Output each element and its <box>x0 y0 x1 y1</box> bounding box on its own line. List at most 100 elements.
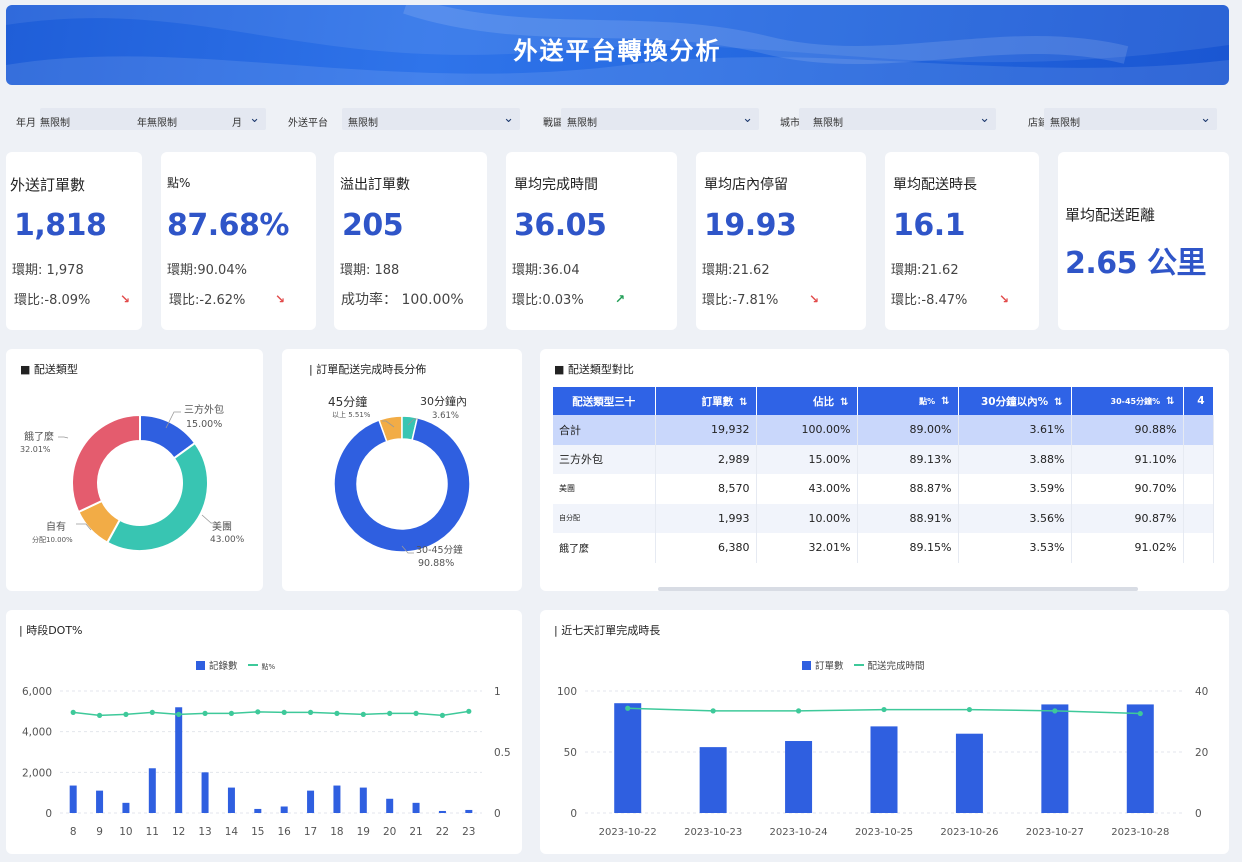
table-header-share[interactable]: 佔比 ⇅ <box>756 387 858 415</box>
line-point[interactable] <box>70 709 76 715</box>
line-point[interactable] <box>1052 708 1058 714</box>
y2-tick-label: 20 <box>1195 747 1208 759</box>
hour-dot-card: | 時段DOT% 記錄數 點% 6,000 4,000 2,000 0 1 0.5 0 8 9 10… <box>6 610 522 854</box>
bar[interactable] <box>96 790 104 813</box>
table-header-overflow[interactable]: 4 <box>1183 387 1214 415</box>
filter-month[interactable]: 無限制 年無限制 月 ⌄ <box>40 108 266 130</box>
bar[interactable] <box>148 768 156 813</box>
trend-down-icon: ↘ <box>999 292 1010 306</box>
filter-label-month: 年月 <box>16 118 36 129</box>
bar[interactable] <box>307 790 315 813</box>
kpi-value: 19.93 <box>704 208 797 243</box>
seven-day-card: | 近七天訂單完成時長 訂單數 配送完成時間 100 50 0 40 20 0 2023-10… <box>540 610 1229 854</box>
line-point[interactable] <box>360 711 366 717</box>
kpi-title: 點% <box>167 176 191 190</box>
sort-icon[interactable]: ⇅ <box>840 397 848 408</box>
bar[interactable] <box>1126 704 1154 813</box>
bar[interactable] <box>333 785 341 813</box>
bar[interactable] <box>1041 704 1069 813</box>
x-tick-label: 2023-10-22 <box>599 827 657 838</box>
bar[interactable] <box>785 741 813 813</box>
bar[interactable] <box>280 806 288 813</box>
kpi-ratio: 環比:-8.09% <box>14 293 91 308</box>
bar[interactable] <box>122 802 130 813</box>
filter-store[interactable]: 無限制 ⌄ <box>1044 108 1217 130</box>
line-point[interactable] <box>202 710 208 716</box>
line-point[interactable] <box>387 710 393 716</box>
donut-slice-1[interactable] <box>105 441 209 552</box>
line-point[interactable] <box>881 706 887 713</box>
line-point[interactable] <box>149 709 155 715</box>
kpi-ratio: 環比:-2.62% <box>169 293 246 308</box>
bar[interactable] <box>227 787 235 813</box>
table-header[interactable]: 配送類型三十 <box>553 387 656 415</box>
line-point[interactable] <box>228 710 235 716</box>
x-tick-label: 2023-10-23 <box>684 827 742 838</box>
donut-label-name: 自有 <box>46 520 66 533</box>
chevron-down-icon[interactable]: ⌄ <box>1200 111 1211 126</box>
bar[interactable] <box>870 726 898 813</box>
table-header-30min[interactable]: 30分鐘以內% ⇅ <box>958 387 1072 415</box>
line-point[interactable] <box>123 711 129 717</box>
horizontal-scrollbar[interactable] <box>658 587 1138 591</box>
table-row[interactable]: 合計 19,932 100.00% 89.00% 3.61% 90.88% <box>553 415 1214 445</box>
line-point[interactable] <box>281 709 287 715</box>
chevron-down-icon[interactable]: ⌄ <box>249 111 260 126</box>
bar[interactable] <box>386 798 394 813</box>
kpi-prev: 環期:21.62 <box>702 263 770 278</box>
donut-label-name: 30分鐘內 <box>420 394 467 408</box>
kpi-title: 外送訂單數 <box>10 176 86 194</box>
filter-label-city: 城市 <box>780 118 800 129</box>
table-row[interactable]: 自分配 1,993 10.00% 88.91% 3.56% 90.87% <box>553 503 1214 533</box>
bar[interactable] <box>201 772 209 813</box>
table-row[interactable]: 美團 8,570 43.00% 88.87% 3.59% 90.70% <box>553 474 1214 504</box>
y-tick-label: 4,000 <box>22 727 52 739</box>
line-point[interactable] <box>334 710 340 716</box>
bar[interactable] <box>254 808 262 813</box>
chevron-down-icon[interactable]: ⌄ <box>979 111 990 126</box>
filter-zone[interactable]: 無限制 ⌄ <box>561 108 759 130</box>
bar[interactable] <box>614 703 642 813</box>
table-header-dot[interactable]: 點% ⇅ <box>857 387 959 415</box>
x-tick-label: 2023-10-27 <box>1026 827 1084 838</box>
line-point[interactable] <box>439 712 446 718</box>
seven-day-chart: 100 50 0 40 20 0 2023-10-22 2023-10-23 2023-10-2… <box>557 686 1208 838</box>
chevron-down-icon[interactable]: ⌄ <box>503 111 514 126</box>
table-row[interactable]: 三方外包 2,989 15.00% 89.13% 3.88% 91.10% <box>553 444 1214 474</box>
bar[interactable] <box>175 707 183 813</box>
bar[interactable] <box>438 810 446 813</box>
bar[interactable] <box>69 785 77 813</box>
kpi-title: 單均配送時長 <box>893 177 977 193</box>
table-header-30-45min[interactable]: 30-45分鐘% ⇅ <box>1071 387 1184 415</box>
line-point[interactable] <box>625 705 631 711</box>
line-point[interactable] <box>795 708 802 714</box>
chevron-down-icon[interactable]: ⌄ <box>742 111 753 126</box>
y-tick-label: 50 <box>564 747 577 759</box>
bar[interactable] <box>465 809 473 813</box>
line-point[interactable] <box>176 711 182 717</box>
filter-city[interactable]: 無限制 ⌄ <box>799 108 996 130</box>
line-point[interactable] <box>1137 710 1143 717</box>
sort-icon[interactable]: ⇅ <box>1054 397 1062 408</box>
line-point[interactable] <box>413 710 419 716</box>
table-row[interactable]: 餓了麼 6,380 32.01% 89.15% 3.53% 91.02% <box>553 533 1214 563</box>
sort-icon[interactable]: ⇅ <box>941 396 949 407</box>
bar[interactable] <box>359 787 367 813</box>
kpi-card-store-stay: 單均店內停留 19.93 環期:21.62 環比:-7.81% ↘ <box>696 152 866 330</box>
filter-platform[interactable]: 無限制 ⌄ <box>342 108 520 130</box>
bar[interactable] <box>955 733 983 813</box>
bar[interactable] <box>412 802 420 813</box>
sort-icon[interactable]: ⇅ <box>1166 396 1174 407</box>
sort-icon[interactable]: ⇅ <box>739 397 747 408</box>
line-point[interactable] <box>710 708 716 714</box>
delivery-type-card: ■ 配送類型 三方外包 15.00% 美團 43.00% 自有 分配10.00%… <box>6 349 263 591</box>
line-point[interactable] <box>466 708 472 714</box>
line-point[interactable] <box>96 712 103 718</box>
donut-slice-3[interactable] <box>71 413 141 514</box>
line-point[interactable] <box>966 706 973 713</box>
bar[interactable] <box>699 747 727 813</box>
table-header-orders[interactable]: 訂單數 ⇅ <box>655 387 757 415</box>
line-point[interactable] <box>255 709 261 715</box>
line-point[interactable] <box>307 709 314 715</box>
x-tick-label: 13 <box>198 826 211 838</box>
